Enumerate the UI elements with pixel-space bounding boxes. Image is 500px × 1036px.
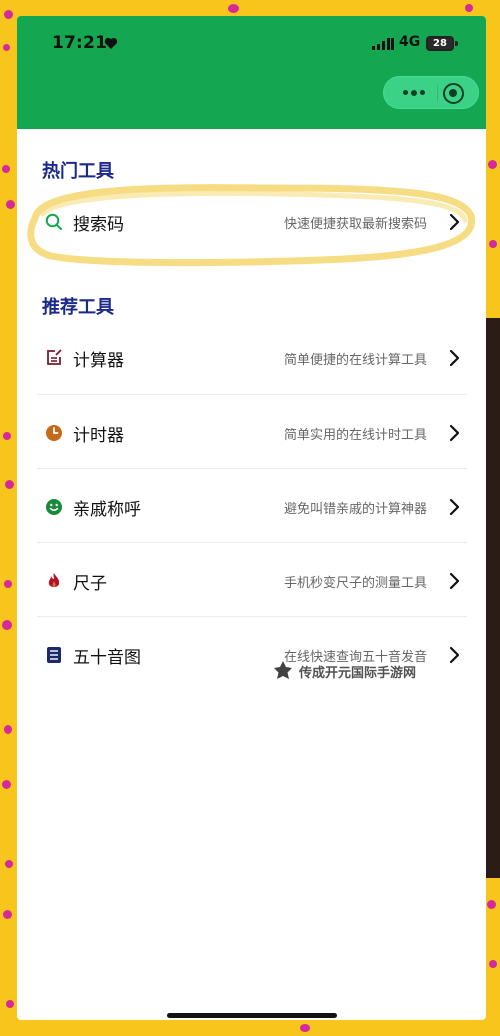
edit-square-icon	[47, 349, 62, 365]
capsule-divider	[437, 85, 438, 101]
tool-desc: 快速便捷获取最新搜索码	[283, 217, 427, 232]
watermark: 传成开元国际手游网	[271, 659, 416, 683]
target-close-icon[interactable]	[443, 83, 464, 104]
phone-screen: 17:21 4G 28 热门工具 搜索码 快速便捷获取最新搜索码 推荐工具 计算…	[17, 16, 486, 1020]
tool-name: 计算器	[73, 351, 124, 371]
chevron-right-icon	[449, 572, 460, 590]
tool-name: 五十音图	[73, 648, 141, 668]
tool-desc: 简单实用的在线计时工具	[283, 428, 427, 443]
tool-name: 尺子	[73, 574, 107, 594]
more-dots-icon[interactable]	[396, 77, 432, 108]
app-header: 17:21 4G 28	[17, 16, 486, 129]
tool-row-search-code[interactable]: 搜索码 快速便捷获取最新搜索码	[37, 184, 467, 258]
section-title-hot-tools: 热门工具	[42, 161, 114, 182]
status-time: 17:21	[52, 33, 108, 53]
mini-program-capsule	[383, 76, 479, 109]
tool-row-relatives[interactable]: 亲戚称呼 避免叫错亲戚的计算神器	[37, 469, 467, 543]
tool-row-timer[interactable]: 计时器 简单实用的在线计时工具	[37, 395, 467, 469]
chevron-right-icon	[449, 646, 460, 664]
chevron-right-icon	[449, 349, 460, 367]
tool-name: 计时器	[73, 426, 124, 446]
watermark-text: 传成开元国际手游网	[299, 665, 417, 681]
watermark-logo-icon	[274, 661, 292, 679]
smiley-icon	[46, 499, 62, 515]
tool-name: 搜索码	[73, 215, 124, 235]
tool-desc: 手机秒变尺子的测量工具	[283, 576, 427, 591]
network-type: 4G	[399, 34, 421, 50]
tool-row-ruler[interactable]: 尺子 手机秒变尺子的测量工具	[37, 543, 467, 617]
home-indicator	[167, 1013, 337, 1018]
tool-desc: 简单便捷的在线计算工具	[283, 353, 427, 368]
tool-name: 亲戚称呼	[73, 500, 141, 520]
battery-indicator: 28	[426, 36, 454, 51]
tool-desc: 避免叫错亲戚的计算神器	[283, 502, 427, 517]
search-icon	[45, 213, 62, 230]
tool-row-calculator[interactable]: 计算器 简单便捷的在线计算工具	[37, 320, 467, 394]
signal-icon	[372, 38, 394, 50]
chevron-right-icon	[449, 498, 460, 516]
heart-icon	[104, 37, 118, 49]
battery-cap	[455, 41, 458, 46]
flame-icon	[48, 573, 60, 587]
clock-icon	[46, 425, 62, 441]
chevron-right-icon	[449, 213, 460, 231]
kana-table-icon	[47, 647, 61, 663]
section-title-recommended-tools: 推荐工具	[42, 297, 114, 318]
chevron-right-icon	[449, 424, 460, 442]
